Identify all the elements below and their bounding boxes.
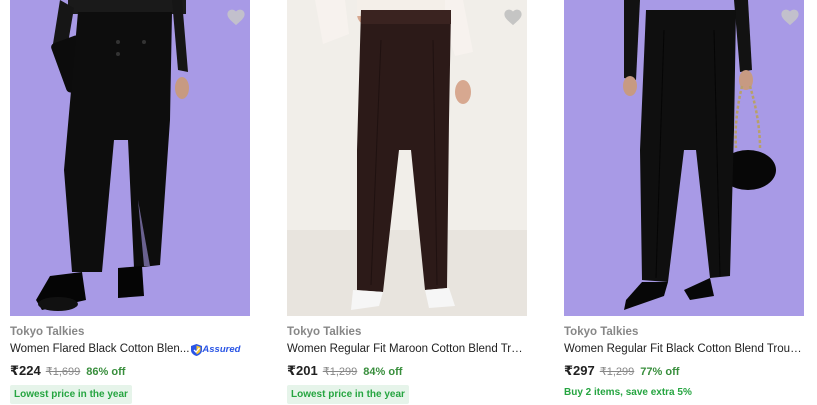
bundle-offer-text: Buy 2 items, save extra 5% (564, 387, 692, 398)
product-title[interactable]: Women Regular Fit Maroon Cotton Blend Tr… (287, 342, 527, 357)
product-title[interactable]: Women Regular Fit Black Cotton Blend Tro… (564, 342, 804, 357)
original-price: ₹1,299 (599, 366, 635, 378)
shield-icon (191, 343, 203, 356)
product-card[interactable]: Tokyo Talkies Women Regular Fit Maroon C… (287, 0, 527, 404)
selling-price: ₹224 (10, 363, 41, 378)
price-tag-badge: Lowest price in the year (287, 385, 409, 404)
discount-percent: 84% off (363, 366, 403, 378)
product-brand: Tokyo Talkies (287, 326, 362, 338)
assured-label: Assured (202, 344, 241, 355)
wishlist-button[interactable] (226, 8, 250, 32)
product-brand: Tokyo Talkies (10, 326, 85, 338)
product-image[interactable] (10, 0, 250, 316)
assured-badge: Assured (191, 342, 240, 357)
product-title-text: Women Regular Fit Black Cotton Blend Tro… (564, 343, 804, 355)
product-title[interactable]: Women Flared Black Cotton Blen... Assure… (10, 342, 250, 357)
product-title-text: Women Flared Black Cotton Blen... (10, 343, 190, 355)
product-card[interactable]: Tokyo Talkies Women Regular Fit Black Co… (564, 0, 804, 398)
original-price: ₹1,299 (322, 366, 358, 378)
product-brand: Tokyo Talkies (564, 326, 639, 338)
product-card[interactable]: Tokyo Talkies Women Flared Black Cotton … (10, 0, 250, 404)
heart-icon (781, 9, 799, 26)
wishlist-button[interactable] (503, 8, 527, 32)
selling-price: ₹297 (564, 363, 595, 378)
heart-icon (504, 9, 522, 26)
product-title-text: Women Regular Fit Maroon Cotton Blend Tr… (287, 343, 527, 355)
original-price: ₹1,699 (45, 366, 81, 378)
discount-percent: 86% off (86, 366, 126, 378)
price-row: ₹201 ₹1,299 84% off (287, 363, 527, 379)
price-row: ₹297 ₹1,299 77% off (564, 363, 804, 379)
price-row: ₹224 ₹1,699 86% off (10, 363, 250, 379)
price-tag-badge: Lowest price in the year (10, 385, 132, 404)
product-image[interactable] (287, 0, 527, 316)
heart-icon (227, 9, 245, 26)
discount-percent: 77% off (640, 366, 680, 378)
selling-price: ₹201 (287, 363, 318, 378)
product-grid: Tokyo Talkies Women Flared Black Cotton … (0, 0, 817, 405)
product-image[interactable] (564, 0, 804, 316)
wishlist-button[interactable] (780, 8, 804, 32)
